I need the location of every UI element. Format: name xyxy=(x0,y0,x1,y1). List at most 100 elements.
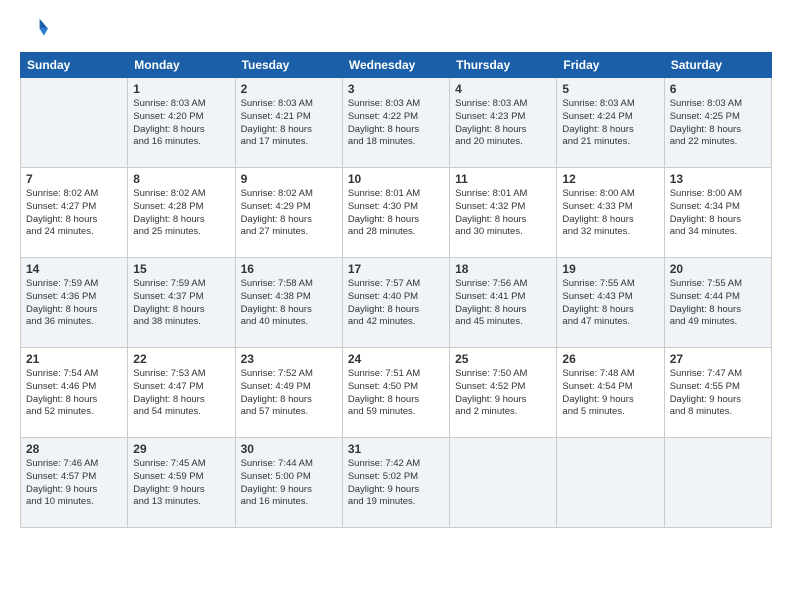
day-info: Sunrise: 8:03 AM Sunset: 4:22 PM Dayligh… xyxy=(348,98,444,149)
weekday-header-sunday: Sunday xyxy=(21,53,128,78)
day-info: Sunrise: 7:47 AM Sunset: 4:55 PM Dayligh… xyxy=(670,368,766,419)
day-number: 8 xyxy=(133,172,229,186)
weekday-header-row: SundayMondayTuesdayWednesdayThursdayFrid… xyxy=(21,53,772,78)
calendar-week-row: 28 Sunrise: 7:46 AM Sunset: 4:57 PM Dayli… xyxy=(21,438,772,528)
calendar-cell: 10Sunrise: 8:01 AM Sunset: 4:30 PM Dayli… xyxy=(342,168,449,258)
day-number: 17 xyxy=(348,262,444,276)
day-info: Sunrise: 7:44 AM Sunset: 5:00 PM Dayligh… xyxy=(241,458,337,509)
calendar-cell: 2 Sunrise: 8:03 AM Sunset: 4:21 PM Daylig… xyxy=(235,78,342,168)
calendar-cell: 19 Sunrise: 7:55 AM Sunset: 4:43 PM Dayli… xyxy=(557,258,664,348)
day-info: Sunrise: 7:52 AM Sunset: 4:49 PM Dayligh… xyxy=(241,368,337,419)
calendar-cell: 13 Sunrise: 8:00 AM Sunset: 4:34 PM Dayli… xyxy=(664,168,771,258)
calendar-cell: 17 Sunrise: 7:57 AM Sunset: 4:40 PM Dayli… xyxy=(342,258,449,348)
day-number: 4 xyxy=(455,82,551,96)
day-number: 20 xyxy=(670,262,766,276)
day-number: 30 xyxy=(241,442,337,456)
calendar-cell: 25 Sunrise: 7:50 AM Sunset: 4:52 PM Dayli… xyxy=(450,348,557,438)
day-info: Sunrise: 7:46 AM Sunset: 4:57 PM Dayligh… xyxy=(26,458,122,509)
day-info: Sunrise: 8:03 AM Sunset: 4:21 PM Dayligh… xyxy=(241,98,337,149)
day-number: 16 xyxy=(241,262,337,276)
day-number: 22 xyxy=(133,352,229,366)
calendar-cell: 11 Sunrise: 8:01 AM Sunset: 4:32 PM Dayli… xyxy=(450,168,557,258)
day-info: Sunrise: 8:03 AM Sunset: 4:23 PM Dayligh… xyxy=(455,98,551,149)
calendar-cell xyxy=(21,78,128,168)
calendar-cell: 15 Sunrise: 7:59 AM Sunset: 4:37 PM Dayli… xyxy=(128,258,235,348)
page: SundayMondayTuesdayWednesdayThursdayFrid… xyxy=(0,0,792,612)
calendar-cell: 28 Sunrise: 7:46 AM Sunset: 4:57 PM Dayli… xyxy=(21,438,128,528)
day-info: Sunrise: 7:54 AM Sunset: 4:46 PM Dayligh… xyxy=(26,368,122,419)
calendar-cell: 9 Sunrise: 8:02 AM Sunset: 4:29 PM Daylig… xyxy=(235,168,342,258)
calendar-cell: 21Sunrise: 7:54 AM Sunset: 4:46 PM Dayli… xyxy=(21,348,128,438)
day-info: Sunrise: 7:59 AM Sunset: 4:37 PM Dayligh… xyxy=(133,278,229,329)
logo-icon xyxy=(20,16,48,44)
calendar-cell: 7 Sunrise: 8:02 AM Sunset: 4:27 PM Daylig… xyxy=(21,168,128,258)
calendar-cell xyxy=(664,438,771,528)
calendar-week-row: 7 Sunrise: 8:02 AM Sunset: 4:27 PM Daylig… xyxy=(21,168,772,258)
calendar-week-row: 21Sunrise: 7:54 AM Sunset: 4:46 PM Dayli… xyxy=(21,348,772,438)
day-info: Sunrise: 8:03 AM Sunset: 4:20 PM Dayligh… xyxy=(133,98,229,149)
weekday-header-friday: Friday xyxy=(557,53,664,78)
day-number: 12 xyxy=(562,172,658,186)
day-number: 24 xyxy=(348,352,444,366)
day-info: Sunrise: 7:56 AM Sunset: 4:41 PM Dayligh… xyxy=(455,278,551,329)
calendar-cell: 14 Sunrise: 7:59 AM Sunset: 4:36 PM Dayli… xyxy=(21,258,128,348)
calendar-cell: 26Sunrise: 7:48 AM Sunset: 4:54 PM Dayli… xyxy=(557,348,664,438)
calendar-cell: 6 Sunrise: 8:03 AM Sunset: 4:25 PM Daylig… xyxy=(664,78,771,168)
day-number: 11 xyxy=(455,172,551,186)
weekday-header-wednesday: Wednesday xyxy=(342,53,449,78)
calendar-cell xyxy=(557,438,664,528)
day-info: Sunrise: 8:00 AM Sunset: 4:34 PM Dayligh… xyxy=(670,188,766,239)
day-info: Sunrise: 7:50 AM Sunset: 4:52 PM Dayligh… xyxy=(455,368,551,419)
day-info: Sunrise: 8:01 AM Sunset: 4:32 PM Dayligh… xyxy=(455,188,551,239)
day-info: Sunrise: 8:01 AM Sunset: 4:30 PM Dayligh… xyxy=(348,188,444,239)
calendar-cell: 22 Sunrise: 7:53 AM Sunset: 4:47 PM Dayli… xyxy=(128,348,235,438)
day-info: Sunrise: 8:03 AM Sunset: 4:25 PM Dayligh… xyxy=(670,98,766,149)
day-number: 15 xyxy=(133,262,229,276)
calendar-cell: 16 Sunrise: 7:58 AM Sunset: 4:38 PM Dayli… xyxy=(235,258,342,348)
day-number: 19 xyxy=(562,262,658,276)
day-info: Sunrise: 7:45 AM Sunset: 4:59 PM Dayligh… xyxy=(133,458,229,509)
day-number: 6 xyxy=(670,82,766,96)
day-info: Sunrise: 8:02 AM Sunset: 4:28 PM Dayligh… xyxy=(133,188,229,239)
day-info: Sunrise: 8:03 AM Sunset: 4:24 PM Dayligh… xyxy=(562,98,658,149)
calendar-cell: 4 Sunrise: 8:03 AM Sunset: 4:23 PM Daylig… xyxy=(450,78,557,168)
calendar-cell: 18 Sunrise: 7:56 AM Sunset: 4:41 PM Dayli… xyxy=(450,258,557,348)
day-info: Sunrise: 7:55 AM Sunset: 4:44 PM Dayligh… xyxy=(670,278,766,329)
day-number: 2 xyxy=(241,82,337,96)
day-info: Sunrise: 7:58 AM Sunset: 4:38 PM Dayligh… xyxy=(241,278,337,329)
calendar-cell: 5Sunrise: 8:03 AM Sunset: 4:24 PM Daylig… xyxy=(557,78,664,168)
weekday-header-thursday: Thursday xyxy=(450,53,557,78)
day-info: Sunrise: 7:42 AM Sunset: 5:02 PM Dayligh… xyxy=(348,458,444,509)
day-number: 9 xyxy=(241,172,337,186)
calendar-cell: 24Sunrise: 7:51 AM Sunset: 4:50 PM Dayli… xyxy=(342,348,449,438)
day-number: 29 xyxy=(133,442,229,456)
day-info: Sunrise: 8:02 AM Sunset: 4:29 PM Dayligh… xyxy=(241,188,337,239)
calendar-week-row: 14 Sunrise: 7:59 AM Sunset: 4:36 PM Dayli… xyxy=(21,258,772,348)
calendar-cell: 27Sunrise: 7:47 AM Sunset: 4:55 PM Dayli… xyxy=(664,348,771,438)
header xyxy=(20,16,772,44)
day-info: Sunrise: 7:59 AM Sunset: 4:36 PM Dayligh… xyxy=(26,278,122,329)
day-number: 7 xyxy=(26,172,122,186)
calendar-cell: 31 Sunrise: 7:42 AM Sunset: 5:02 PM Dayli… xyxy=(342,438,449,528)
day-number: 14 xyxy=(26,262,122,276)
day-number: 26 xyxy=(562,352,658,366)
day-info: Sunrise: 8:00 AM Sunset: 4:33 PM Dayligh… xyxy=(562,188,658,239)
calendar-cell: 29 Sunrise: 7:45 AM Sunset: 4:59 PM Dayli… xyxy=(128,438,235,528)
day-info: Sunrise: 8:02 AM Sunset: 4:27 PM Dayligh… xyxy=(26,188,122,239)
day-number: 18 xyxy=(455,262,551,276)
day-number: 31 xyxy=(348,442,444,456)
day-number: 28 xyxy=(26,442,122,456)
weekday-header-monday: Monday xyxy=(128,53,235,78)
day-info: Sunrise: 7:53 AM Sunset: 4:47 PM Dayligh… xyxy=(133,368,229,419)
calendar-cell: 12 Sunrise: 8:00 AM Sunset: 4:33 PM Dayli… xyxy=(557,168,664,258)
day-info: Sunrise: 7:57 AM Sunset: 4:40 PM Dayligh… xyxy=(348,278,444,329)
day-number: 13 xyxy=(670,172,766,186)
calendar-cell: 20 Sunrise: 7:55 AM Sunset: 4:44 PM Dayli… xyxy=(664,258,771,348)
weekday-header-saturday: Saturday xyxy=(664,53,771,78)
calendar-cell: 23Sunrise: 7:52 AM Sunset: 4:49 PM Dayli… xyxy=(235,348,342,438)
day-number: 25 xyxy=(455,352,551,366)
day-info: Sunrise: 7:55 AM Sunset: 4:43 PM Dayligh… xyxy=(562,278,658,329)
calendar-cell: 1Sunrise: 8:03 AM Sunset: 4:20 PM Daylig… xyxy=(128,78,235,168)
calendar-week-row: 1Sunrise: 8:03 AM Sunset: 4:20 PM Daylig… xyxy=(21,78,772,168)
logo xyxy=(20,16,52,44)
